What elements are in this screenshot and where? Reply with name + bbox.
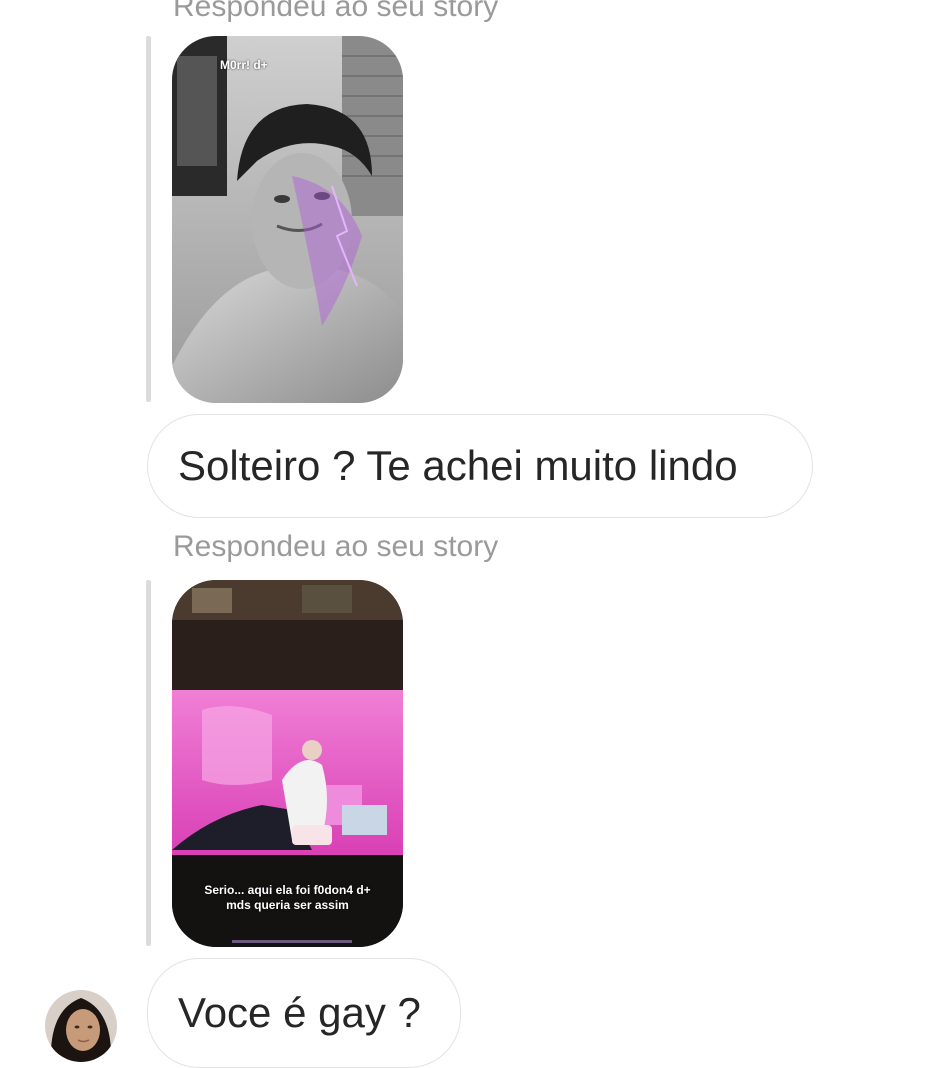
sender-avatar[interactable] — [45, 990, 117, 1062]
reply-label-top: Respondeu ao seu story — [173, 0, 499, 23]
reply-label-2: Respondeu ao seu story — [173, 530, 499, 563]
story-caption-2-line1: Serio... aqui ela foi f0don4 d+ — [204, 883, 371, 897]
message-bubble-1[interactable]: Solteiro ? Te achei muito lindo — [147, 414, 813, 518]
story-thumbnail-1[interactable]: M0rr! d+ — [172, 36, 403, 403]
story-thumbnail-2[interactable]: Serio... aqui ela foi f0don4 d+ mds quer… — [172, 580, 403, 947]
message-text-2: Voce é gay ? — [178, 989, 421, 1036]
story-photo-1 — [172, 36, 403, 403]
message-bubble-2[interactable]: Voce é gay ? — [147, 958, 461, 1068]
quote-bar — [146, 36, 151, 402]
story-caption-2: Serio... aqui ela foi f0don4 d+ mds quer… — [172, 883, 403, 913]
story-caption-1: M0rr! d+ — [220, 58, 268, 72]
avatar-photo — [45, 990, 117, 1062]
story-caption-2-line2: mds queria ser assim — [226, 898, 349, 912]
message-text-1: Solteiro ? Te achei muito lindo — [178, 442, 738, 489]
quote-bar — [146, 580, 151, 946]
